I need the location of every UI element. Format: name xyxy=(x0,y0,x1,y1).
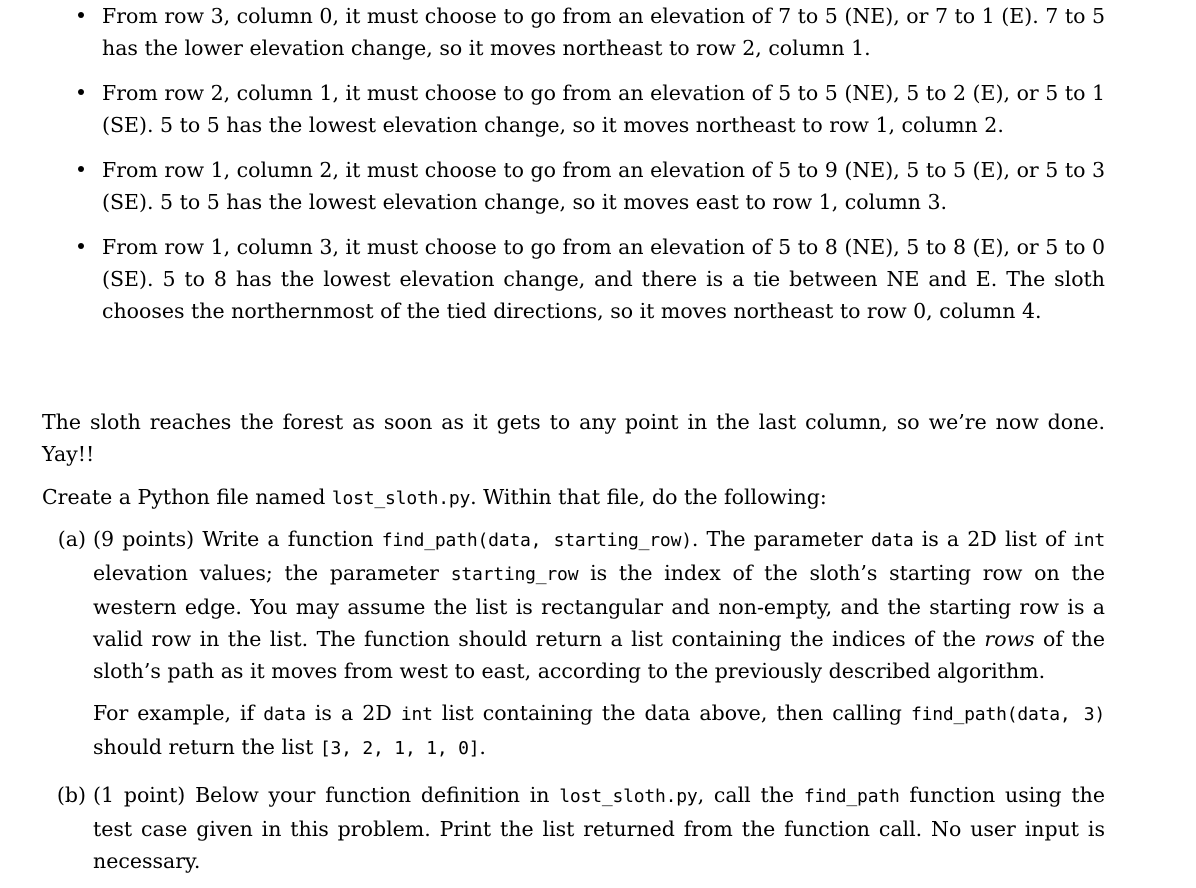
example-t2: is a 2D xyxy=(305,701,401,725)
subproblem-a-t1: Write a function xyxy=(194,527,382,551)
paragraph-create-before: Create a Python file named xyxy=(42,485,332,509)
list-item-text: From row 1, column 2, it must choose to … xyxy=(102,158,1105,214)
subproblem-a: (a) (9 points) Write a function find_pat… xyxy=(42,523,1105,765)
paragraph-create-file: Create a Python file named lost_sloth.py… xyxy=(42,481,1105,515)
document-page: From row 3, column 0, it must choose to … xyxy=(0,0,1196,888)
subproblem-b-points: (1 point) xyxy=(93,783,186,807)
algorithm-steps-list: From row 3, column 0, it must choose to … xyxy=(78,0,1105,327)
paragraph-done-text: The sloth reaches the forest as soon as … xyxy=(42,410,1105,466)
bullet-icon xyxy=(78,166,84,172)
code-data-param: data xyxy=(870,530,914,551)
list-item-text: From row 2, column 1, it must choose to … xyxy=(102,81,1105,137)
paragraph-done: The sloth reaches the forest as soon as … xyxy=(42,406,1105,470)
bullet-icon xyxy=(78,89,84,95)
emphasis-rows: rows xyxy=(984,627,1035,651)
list-item-text: From row 3, column 0, it must choose to … xyxy=(102,4,1105,60)
bullet-icon xyxy=(78,243,84,249)
code-filename-lost-sloth: lost_sloth.py xyxy=(331,488,471,509)
bullet-icon xyxy=(78,12,84,18)
subproblem-b: (b) (1 point) Below your function defini… xyxy=(42,779,1105,877)
subproblem-a-points: (9 points) xyxy=(93,527,195,551)
paragraph-create-after: . Within that file, do the following: xyxy=(470,485,827,509)
code-filename-lost-sloth-b: lost_sloth.py xyxy=(559,786,698,807)
list-item: From row 1, column 2, it must choose to … xyxy=(78,154,1105,218)
subproblem-b-label: (b) xyxy=(56,783,86,807)
list-item: From row 3, column 0, it must choose to … xyxy=(78,0,1105,64)
subproblems-list: (a) (9 points) Write a function find_pat… xyxy=(42,523,1105,877)
list-item-text: From row 1, column 3, it must choose to … xyxy=(102,235,1105,323)
subproblem-a-label: (a) xyxy=(57,527,86,551)
list-item: From row 2, column 1, it must choose to … xyxy=(78,77,1105,141)
code-find-path-signature: find_path(data, starting_row) xyxy=(381,530,692,551)
code-int-example: int xyxy=(400,704,433,725)
example-t3: list containing the data above, then cal… xyxy=(432,701,911,725)
subproblem-a-t3: is a 2D list of xyxy=(913,527,1074,551)
subproblem-a-t4: elevation values; the parameter xyxy=(93,561,451,585)
subproblem-a-example: For example, if data is a 2D int list co… xyxy=(93,697,1105,765)
subproblem-b-body: (1 point) Below your function definition… xyxy=(93,779,1105,877)
example-t4: should return the list xyxy=(93,735,320,759)
code-find-path-call: find_path(data, 3) xyxy=(910,704,1105,725)
code-data-example: data xyxy=(263,704,306,725)
subproblem-b-t2: , call the xyxy=(697,783,804,807)
subproblem-b-t1: Below your function definition in xyxy=(185,783,560,807)
code-find-path-name: find_path xyxy=(803,786,900,807)
subproblem-a-body: (9 points) Write a function find_path(da… xyxy=(93,523,1105,687)
code-starting-row-param: starting_row xyxy=(450,564,579,585)
list-item: From row 1, column 3, it must choose to … xyxy=(78,231,1105,327)
code-expected-result-list: [3, 2, 1, 1, 0] xyxy=(319,738,480,759)
code-int-type: int xyxy=(1073,530,1105,551)
example-t1: For example, if xyxy=(93,701,264,725)
example-t5: . xyxy=(479,735,486,759)
subproblem-a-t2: . The parameter xyxy=(691,527,871,551)
